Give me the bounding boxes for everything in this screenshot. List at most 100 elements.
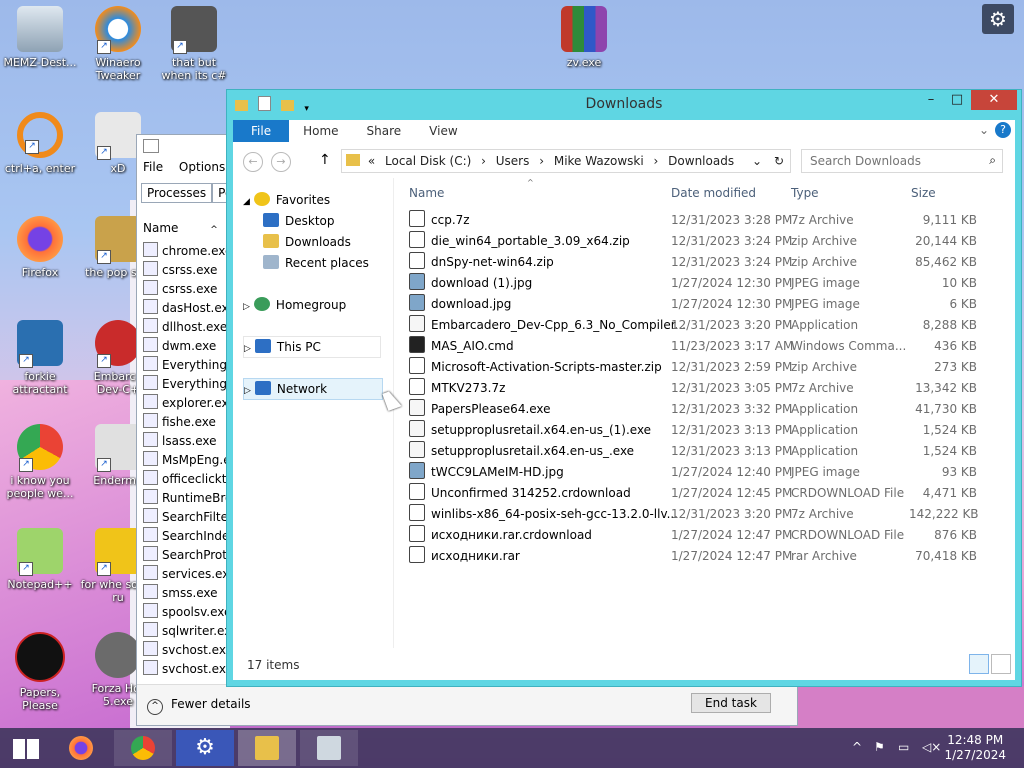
column-header-name[interactable]: Name ^ bbox=[143, 221, 218, 235]
file-row[interactable]: download.jpg 1/27/2024 12:30 PM JPEG image… bbox=[409, 294, 1009, 315]
process-row[interactable]: lsass.exe bbox=[143, 432, 238, 451]
process-row[interactable]: SearchFilterI bbox=[143, 508, 238, 527]
file-row[interactable]: MAS_AIO.cmd 11/23/2023 3:17 AM Windows Com… bbox=[409, 336, 1009, 357]
column-header-date[interactable]: Date modified bbox=[671, 186, 756, 200]
process-row[interactable]: svchost.exe bbox=[143, 641, 238, 660]
forward-button[interactable]: → bbox=[271, 152, 291, 172]
desktop-icon[interactable]: ↗ forkie attractant bbox=[2, 320, 78, 396]
desktop-icon[interactable]: Firefox bbox=[2, 216, 78, 279]
process-row[interactable]: csrss.exe bbox=[143, 280, 238, 299]
process-row[interactable]: dasHost.exe bbox=[143, 299, 238, 318]
file-row[interactable]: setupproplusretail.x64.en-us_.exe 12/31/2… bbox=[409, 441, 1009, 462]
desktop-icon[interactable]: ↗ that but when its c# bbox=[156, 6, 232, 82]
maximize-button[interactable]: □ bbox=[945, 90, 969, 110]
process-row[interactable]: Everything.e bbox=[143, 375, 238, 394]
column-header-size[interactable]: Size bbox=[911, 186, 936, 200]
desktop-icon[interactable]: ↗ Winaero Tweaker bbox=[80, 6, 156, 82]
taskbar-task-manager[interactable] bbox=[300, 730, 358, 766]
desktop-icon[interactable]: ↗ i know you people we... bbox=[2, 424, 78, 500]
process-row[interactable]: dllhost.exe bbox=[143, 318, 238, 337]
nav-downloads[interactable]: Downloads bbox=[263, 232, 351, 252]
process-row[interactable]: spoolsv.exe bbox=[143, 603, 238, 622]
nav-desktop[interactable]: Desktop bbox=[263, 211, 335, 231]
desktop-icon[interactable]: ↗ ctrl+a, enter bbox=[2, 112, 78, 175]
volume-muted-icon[interactable]: ◁× bbox=[922, 740, 941, 754]
file-row[interactable]: Embarcadero_Dev-Cpp_6.3_No_Compiler... 12… bbox=[409, 315, 1009, 336]
tray-overflow-icon[interactable]: ^ bbox=[852, 740, 862, 754]
desktop-icon[interactable]: MEMZ-Dest... bbox=[2, 6, 78, 69]
help-icon[interactable]: ? bbox=[995, 122, 1011, 138]
tab-file[interactable]: File bbox=[233, 120, 290, 142]
breadcrumb-downloads[interactable]: Downloads bbox=[668, 154, 734, 168]
file-row[interactable]: dnSpy-net-win64.zip 12/31/2023 3:24 PM zip… bbox=[409, 252, 1009, 273]
column-header-type[interactable]: Type bbox=[791, 186, 819, 200]
taskbar-chrome[interactable] bbox=[114, 730, 172, 766]
taskbar-explorer[interactable] bbox=[238, 730, 296, 766]
nav-homegroup[interactable]: ▷ Homegroup bbox=[243, 295, 346, 315]
file-row[interactable]: die_win64_portable_3.09_x64.zip 12/31/202… bbox=[409, 231, 1009, 252]
large-icons-view-button[interactable] bbox=[991, 654, 1011, 674]
address-dropdown-icon[interactable]: ⌄ bbox=[752, 150, 762, 172]
taskbar-firefox[interactable] bbox=[52, 730, 110, 766]
process-row[interactable]: sqlwriter.exe bbox=[143, 622, 238, 641]
settings-gear-icon[interactable]: ⚙ bbox=[982, 4, 1014, 34]
process-row[interactable]: SearchProto bbox=[143, 546, 238, 565]
end-task-button[interactable]: End task bbox=[691, 693, 771, 713]
details-view-button[interactable] bbox=[969, 654, 989, 674]
breadcrumb-local-disk[interactable]: Local Disk (C:) bbox=[385, 154, 471, 168]
fewer-details-button[interactable]: ^ Fewer details bbox=[147, 697, 251, 715]
file-row[interactable]: Microsoft-Activation-Scripts-master.zip 1… bbox=[409, 357, 1009, 378]
file-row[interactable]: tWCC9LAMeIM-HD.jpg 1/27/2024 12:40 PM JPEG… bbox=[409, 462, 1009, 483]
process-row[interactable]: RuntimeBro bbox=[143, 489, 238, 508]
nav-this-pc[interactable]: ▷ This PC bbox=[243, 336, 381, 358]
minimize-button[interactable]: – bbox=[919, 90, 943, 110]
search-input[interactable] bbox=[808, 153, 982, 169]
up-arrow-icon[interactable]: ↑ bbox=[319, 152, 331, 168]
back-button[interactable]: ← bbox=[243, 152, 263, 172]
process-row[interactable]: fishe.exe bbox=[143, 413, 238, 432]
refresh-icon[interactable]: ↻ bbox=[774, 150, 784, 172]
tab-share[interactable]: Share bbox=[353, 120, 416, 142]
tab-home[interactable]: Home bbox=[289, 120, 352, 142]
address-overflow[interactable]: « bbox=[368, 154, 375, 168]
nav-recent-places[interactable]: Recent places bbox=[263, 253, 369, 273]
file-row[interactable]: исходники.rar 1/27/2024 12:47 PM rar Archi… bbox=[409, 546, 1009, 567]
file-row[interactable]: winlibs-x86_64-posix-seh-gcc-13.2.0-llv.… bbox=[409, 504, 1009, 525]
desktop-icon[interactable]: Papers, Please bbox=[2, 632, 78, 712]
address-bar[interactable]: « Local Disk (C:) › Users › Mike Wazowsk… bbox=[341, 149, 791, 173]
process-row[interactable]: svchost.exe bbox=[143, 660, 238, 679]
nav-network[interactable]: ▷ Network bbox=[243, 378, 383, 400]
process-row[interactable]: Everything.e bbox=[143, 356, 238, 375]
process-row[interactable]: officeclickto bbox=[143, 470, 238, 489]
breadcrumb-users[interactable]: Users bbox=[496, 154, 530, 168]
tab-processes[interactable]: Processes bbox=[141, 183, 213, 203]
file-row[interactable]: MTKV273.7z 12/31/2023 3:05 PM 7z Archive 13… bbox=[409, 378, 1009, 399]
tab-view[interactable]: View bbox=[415, 120, 471, 142]
file-row[interactable]: PapersPlease64.exe 12/31/2023 3:32 PM Appl… bbox=[409, 399, 1009, 420]
explorer-titlebar[interactable]: ▾ Downloads – □ ✕ bbox=[227, 90, 1021, 119]
process-row[interactable]: services.exe bbox=[143, 565, 238, 584]
network-tray-icon[interactable]: ▭ bbox=[898, 740, 909, 754]
breadcrumb-user[interactable]: Mike Wazowski bbox=[554, 154, 644, 168]
process-row[interactable]: explorer.exe bbox=[143, 394, 238, 413]
column-header-name[interactable]: Name bbox=[409, 186, 444, 200]
file-row[interactable]: download (1).jpg 1/27/2024 12:30 PM JPEG i… bbox=[409, 273, 1009, 294]
process-row[interactable]: smss.exe bbox=[143, 584, 238, 603]
process-row[interactable]: dwm.exe bbox=[143, 337, 238, 356]
close-button[interactable]: ✕ bbox=[971, 90, 1017, 110]
menu-file[interactable]: File bbox=[137, 157, 169, 177]
desktop-icon[interactable]: ↗ Notepad++ bbox=[2, 528, 78, 591]
file-row[interactable]: Unconfirmed 314252.crdownload 1/27/2024 1… bbox=[409, 483, 1009, 504]
process-row[interactable]: MsMpEng.e bbox=[143, 451, 238, 470]
process-row[interactable]: chrome.exe bbox=[143, 242, 238, 261]
search-icon[interactable]: ⌕ bbox=[989, 153, 996, 168]
start-button[interactable] bbox=[0, 730, 58, 766]
taskbar-settings[interactable]: ⚙ bbox=[176, 730, 234, 766]
process-row[interactable]: csrss.exe bbox=[143, 261, 238, 280]
file-row[interactable]: исходники.rar.crdownload 1/27/2024 12:47 … bbox=[409, 525, 1009, 546]
clock[interactable]: 12:48 PM 1/27/2024 bbox=[944, 733, 1006, 763]
flag-icon[interactable]: ⚑ bbox=[874, 740, 885, 754]
process-row[interactable]: SearchIndex bbox=[143, 527, 238, 546]
search-box[interactable]: ⌕ bbox=[801, 149, 1003, 173]
file-row[interactable]: setupproplusretail.x64.en-us_(1).exe 12/3… bbox=[409, 420, 1009, 441]
